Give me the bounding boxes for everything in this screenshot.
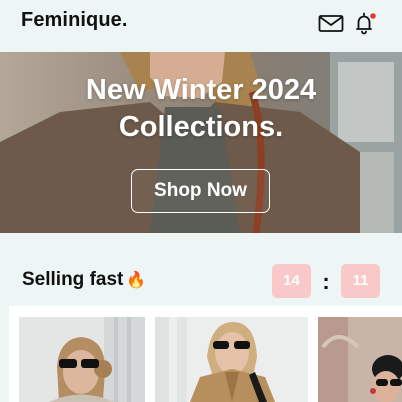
bell-icon[interactable] xyxy=(352,11,378,35)
timer-hours: 14 xyxy=(272,264,311,298)
selling-fast-label: Selling fast xyxy=(22,269,124,290)
fire-icon: 🔥 xyxy=(126,272,147,289)
product-image xyxy=(19,317,145,402)
product-card[interactable] xyxy=(155,317,308,402)
hero-banner: New Winter 2024 Collections. Shop Now xyxy=(0,52,402,233)
selling-fast-title: Selling fast 🔥 xyxy=(22,269,146,291)
brand-logo: Feminique. xyxy=(21,9,128,31)
product-image xyxy=(318,317,402,402)
timer-separator: : xyxy=(322,269,330,294)
notification-dot xyxy=(370,13,376,19)
mail-icon[interactable] xyxy=(318,11,344,35)
product-image xyxy=(155,317,308,402)
hero-title-line1: New Winter 2024 xyxy=(85,74,317,106)
product-card[interactable] xyxy=(19,317,145,402)
shop-now-button[interactable]: Shop Now xyxy=(131,169,270,213)
app-header: Feminique. xyxy=(0,0,402,52)
timer-minutes: 11 xyxy=(341,264,380,298)
hero-title-line2: Collections. xyxy=(118,111,284,143)
product-card[interactable] xyxy=(318,317,402,402)
hero-title: New Winter 2024 Collections. xyxy=(0,72,402,146)
